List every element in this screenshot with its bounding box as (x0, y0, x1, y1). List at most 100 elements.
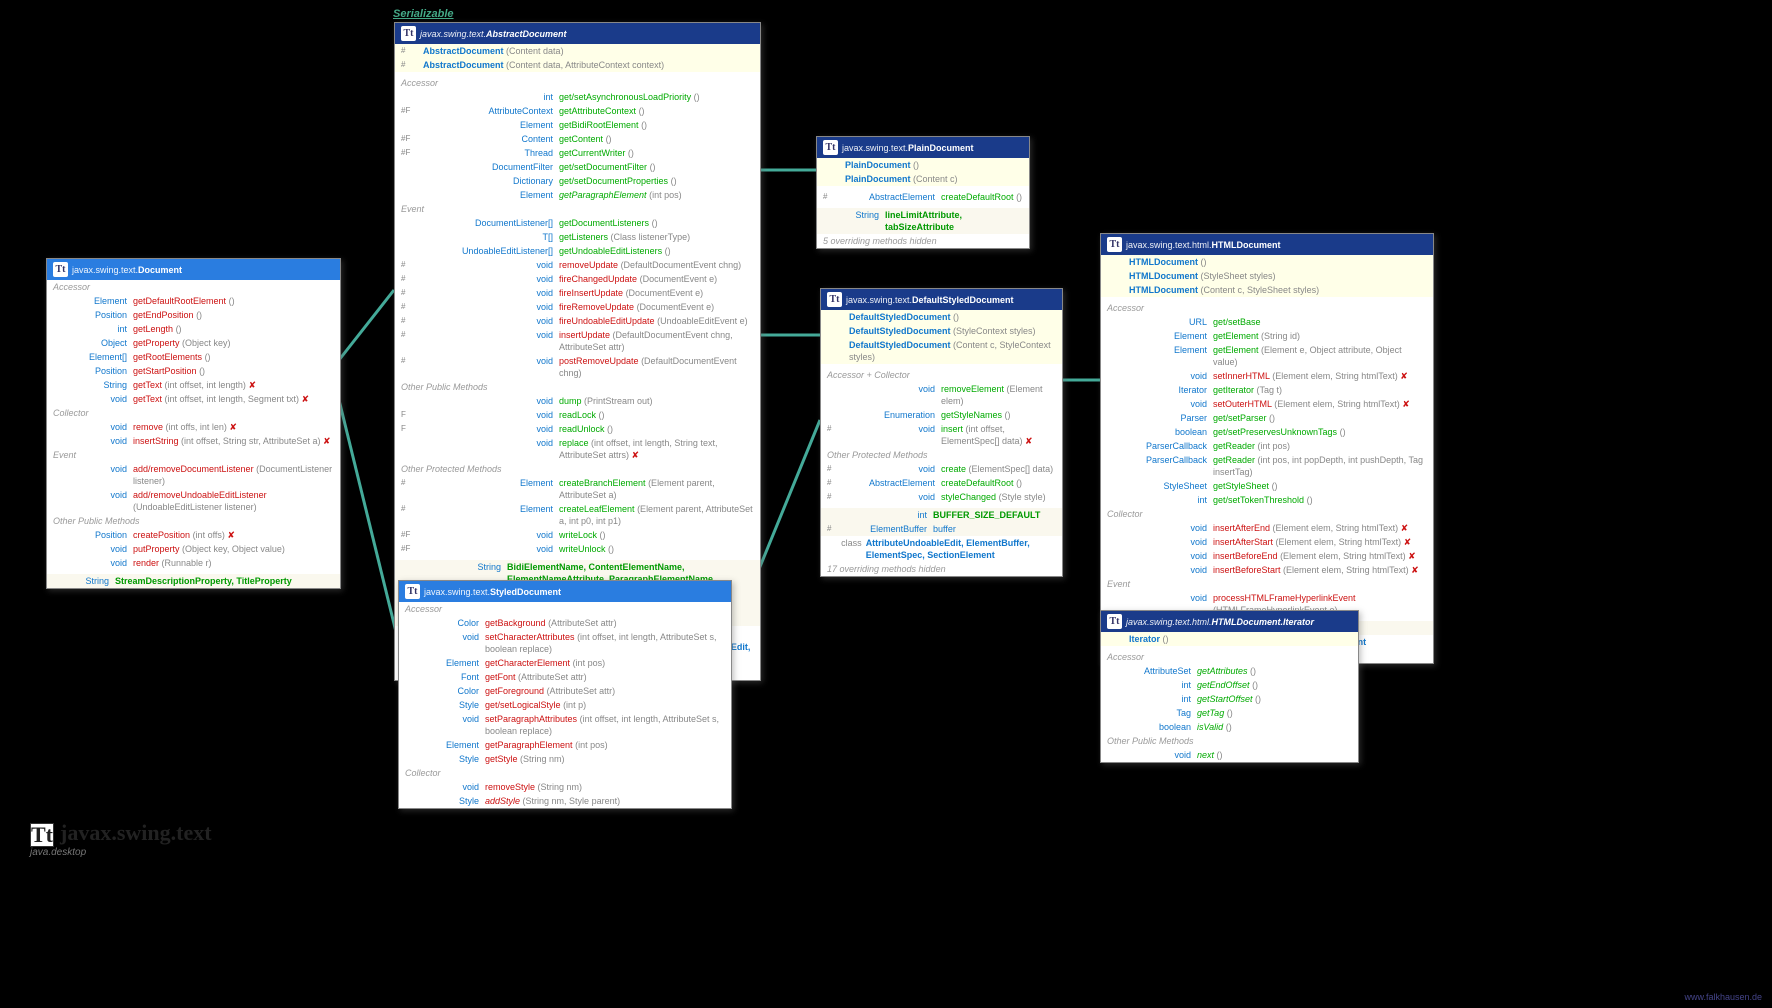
method-row: voidinsertAfterStart (Element elem, Stri… (1101, 535, 1433, 549)
constructor-row: DefaultStyledDocument (Content c, StyleC… (821, 338, 1062, 364)
method-row: ElementgetParagraphElement (int pos) (399, 738, 731, 752)
footer-link[interactable]: www.falkhausen.de (1684, 992, 1762, 1002)
method-row: voidputProperty (Object key, Object valu… (47, 542, 340, 556)
method-row: voidnext () (1101, 748, 1358, 762)
method-row: PositiongetEndPosition () (47, 308, 340, 322)
box-styleddocument: Ttjavax.swing.text.StyledDocument Access… (398, 580, 732, 809)
method-row: Styleget/setLogicalStyle (int p) (399, 698, 731, 712)
method-row: #voidstyleChanged (Style style) (821, 490, 1062, 504)
method-row: UndoableEditListener[]getUndoableEditLis… (395, 244, 760, 258)
method-row: voidremoveElement (Element elem) (821, 382, 1062, 408)
method-row: StyleSheetgetStyleSheet () (1101, 479, 1433, 493)
method-row: voidsetOuterHTML (Element elem, String h… (1101, 397, 1433, 411)
method-row: voidinsertBeforeEnd (Element elem, Strin… (1101, 549, 1433, 563)
method-row: #ElementcreateLeafElement (Element paren… (395, 502, 760, 528)
constructor-row: #AbstractDocument (Content data, Attribu… (395, 58, 760, 72)
method-row: T[]getListeners (Class listenerType) (395, 230, 760, 244)
title-document: Ttjavax.swing.text.Document (47, 259, 340, 280)
constructor-row: PlainDocument (Content c) (817, 172, 1029, 186)
constructor-row: DefaultStyledDocument () (821, 310, 1062, 324)
method-row: FvoidreadLock () (395, 408, 760, 422)
method-row: #voidfireRemoveUpdate (DocumentEvent e) (395, 300, 760, 314)
method-row: #FContentgetContent () (395, 132, 760, 146)
method-row: #voidinsertUpdate (DefaultDocumentEvent … (395, 328, 760, 354)
method-row: #voidfireChangedUpdate (DocumentEvent e) (395, 272, 760, 286)
method-row: voidadd/removeDocumentListener (Document… (47, 462, 340, 488)
method-row: ParserCallbackgetReader (int pos, int po… (1101, 453, 1433, 479)
method-row: PositiongetStartPosition () (47, 364, 340, 378)
method-row: voidinsertString (int offset, String str… (47, 434, 340, 448)
method-row: DocumentFilterget/setDocumentFilter () (395, 160, 760, 174)
method-row: DocumentListener[]getDocumentListeners (… (395, 216, 760, 230)
field-row: intBUFFER_SIZE_DEFAULT (821, 508, 1062, 522)
method-row: voidremove (int offs, int len) ✘ (47, 420, 340, 434)
method-row: #voidfireInsertUpdate (DocumentEvent e) (395, 286, 760, 300)
method-row: URLget/setBase (1101, 315, 1433, 329)
method-row: FvoidreadUnlock () (395, 422, 760, 436)
constructor-row: HTMLDocument (Content c, StyleSheet styl… (1101, 283, 1433, 297)
method-row: intgetEndOffset () (1101, 678, 1358, 692)
method-row: TaggetTag () (1101, 706, 1358, 720)
method-row: #ElementcreateBranchElement (Element par… (395, 476, 760, 502)
constructor-row: #AbstractDocument (Content data) (395, 44, 760, 58)
method-row: StringgetText (int offset, int length) ✘ (47, 378, 340, 392)
method-row: #FAttributeContextgetAttributeContext () (395, 104, 760, 118)
constructor-row: HTMLDocument (StyleSheet styles) (1101, 269, 1433, 283)
serializable-label: Serializable (393, 8, 454, 20)
box-plaindocument: Ttjavax.swing.text.PlainDocument PlainDo… (816, 136, 1030, 249)
method-row: voidadd/removeUndoableEditListener (Undo… (47, 488, 340, 514)
box-htmldocument: Ttjavax.swing.text.html.HTMLDocument HTM… (1100, 233, 1434, 664)
method-row: ElementgetElement (String id) (1101, 329, 1433, 343)
method-row: #voidpostRemoveUpdate (DefaultDocumentEv… (395, 354, 760, 380)
method-row: ParserCallbackgetReader (int pos) (1101, 439, 1433, 453)
method-row: voidinsertAfterEnd (Element elem, String… (1101, 521, 1433, 535)
method-row: IteratorgetIterator (Tag t) (1101, 383, 1433, 397)
constructor-row: PlainDocument () (817, 158, 1029, 172)
method-row: Dictionaryget/setDocumentProperties () (395, 174, 760, 188)
method-row: Parserget/setParser () (1101, 411, 1433, 425)
method-row: intget/setAsynchronousLoadPriority () (395, 90, 760, 104)
method-row: ElementgetElement (Element e, Object att… (1101, 343, 1433, 369)
method-row: ColorgetBackground (AttributeSet attr) (399, 616, 731, 630)
package-label: Ttjavax.swing.text (30, 820, 212, 847)
method-row: voidremoveStyle (String nm) (399, 780, 731, 794)
method-row: voiddump (PrintStream out) (395, 394, 760, 408)
method-row: voidgetText (int offset, int length, Seg… (47, 392, 340, 406)
method-row: ObjectgetProperty (Object key) (47, 336, 340, 350)
method-row: booleanisValid () (1101, 720, 1358, 734)
method-row: #voidcreate (ElementSpec[] data) (821, 462, 1062, 476)
box-defaultstyleddocument: Ttjavax.swing.text.DefaultStyledDocument… (820, 288, 1063, 577)
method-row: intgetStartOffset () (1101, 692, 1358, 706)
method-row: voidsetParagraphAttributes (int offset, … (399, 712, 731, 738)
method-row: #voidremoveUpdate (DefaultDocumentEvent … (395, 258, 760, 272)
method-row: #FvoidwriteUnlock () (395, 542, 760, 556)
method-row: #AbstractElementcreateDefaultRoot () (817, 190, 1029, 204)
method-row: voidsetInnerHTML (Element elem, String h… (1101, 369, 1433, 383)
method-row: ElementgetCharacterElement (int pos) (399, 656, 731, 670)
method-row: StyleaddStyle (String nm, Style parent) (399, 794, 731, 808)
method-row: voidreplace (int offset, int length, Str… (395, 436, 760, 462)
method-row: voidinsertBeforeStart (Element elem, Str… (1101, 563, 1433, 577)
module-label: java.desktop (30, 847, 86, 858)
method-row: ColorgetForeground (AttributeSet attr) (399, 684, 731, 698)
method-row: intget/setTokenThreshold () (1101, 493, 1433, 507)
constructor-row: DefaultStyledDocument (StyleContext styl… (821, 324, 1062, 338)
method-row: intgetLength () (47, 322, 340, 336)
package-icon: Tt (30, 823, 54, 847)
method-row: FontgetFont (AttributeSet attr) (399, 670, 731, 684)
constructor-row: HTMLDocument () (1101, 255, 1433, 269)
method-row: ElementgetParagraphElement (int pos) (395, 188, 760, 202)
method-row: #AbstractElementcreateDefaultRoot () (821, 476, 1062, 490)
constructor-row: Iterator () (1101, 632, 1358, 646)
method-row: #FvoidwriteLock () (395, 528, 760, 542)
field-row: #ElementBufferbuffer (821, 522, 1062, 536)
method-row: #voidinsert (int offset, ElementSpec[] d… (821, 422, 1062, 448)
type-icon: Tt (53, 262, 68, 277)
method-row: ElementgetDefaultRootElement () (47, 294, 340, 308)
method-row: #voidfireUndoableEditUpdate (UndoableEdi… (395, 314, 760, 328)
box-htmldocument-iterator: Ttjavax.swing.text.html.HTMLDocument.Ite… (1100, 610, 1359, 763)
method-row: Element[]getRootElements () (47, 350, 340, 364)
method-row: ElementgetBidiRootElement () (395, 118, 760, 132)
method-row: #FThreadgetCurrentWriter () (395, 146, 760, 160)
method-row: PositioncreatePosition (int offs) ✘ (47, 528, 340, 542)
